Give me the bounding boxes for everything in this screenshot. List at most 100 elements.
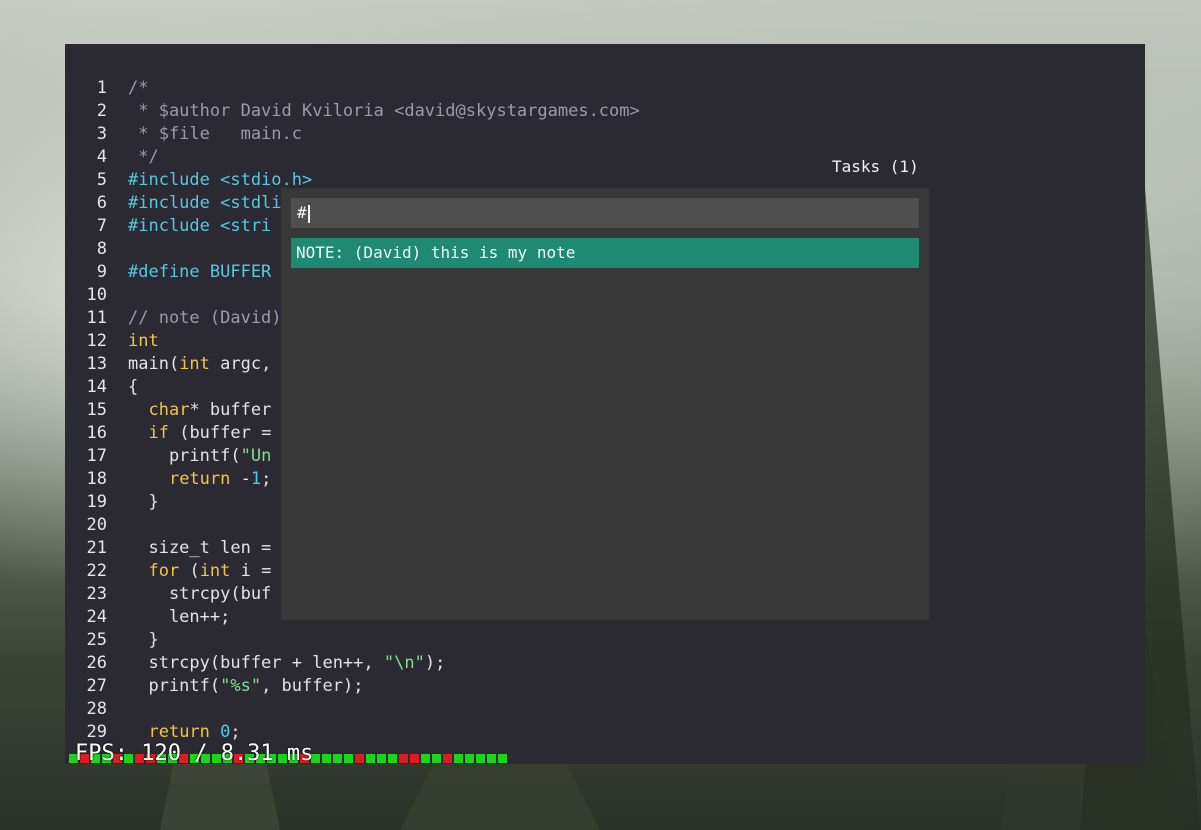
line-number: 27 — [86, 676, 107, 696]
code-token: if — [148, 423, 169, 443]
task-item[interactable]: NOTE: (David) this is my note — [291, 238, 919, 268]
line-number: 18 — [86, 469, 107, 489]
code-token: int — [128, 331, 159, 351]
code-token: main( — [128, 354, 180, 374]
code-token: */ — [128, 147, 159, 167]
code-token: ; — [261, 469, 272, 489]
fps-counter: FPS: 120 / 8.31 ms — [75, 741, 314, 766]
frame-time-segment — [388, 754, 397, 763]
code-line[interactable]: 3 * $file main.c — [65, 123, 640, 146]
frame-time-segment — [399, 754, 408, 763]
code-token: return — [168, 469, 231, 489]
frame-time-segment — [421, 754, 430, 763]
editor-window: 1/* 2 * $author David Kviloria <david@sky… — [65, 44, 1145, 764]
line-number: 19 — [86, 492, 107, 512]
code-token: strcpy(buf — [128, 584, 272, 604]
line-number: 23 — [86, 584, 107, 604]
code-token: * buffer — [189, 400, 272, 420]
code-token: #include <stdli — [128, 193, 282, 213]
code-token: "\n" — [383, 653, 425, 673]
code-token: printf( — [128, 446, 241, 466]
code-token: for — [148, 561, 180, 581]
line-number: 21 — [86, 538, 107, 558]
code-token: len++; — [128, 607, 231, 627]
tasks-search-input[interactable]: # — [291, 198, 919, 228]
code-line[interactable]: 4 */ — [65, 146, 640, 169]
code-token: ); — [424, 653, 446, 673]
code-token: } — [128, 492, 159, 512]
code-token: size_t len = — [128, 538, 272, 558]
line-number: 11 — [86, 308, 107, 328]
code-line[interactable]: 25 } — [65, 629, 640, 652]
frame-time-segment — [410, 754, 419, 763]
line-number: 17 — [86, 446, 107, 466]
frame-time-segment — [366, 754, 375, 763]
code-token: { — [128, 377, 139, 397]
line-number: 25 — [86, 630, 107, 650]
frame-time-segment — [322, 754, 331, 763]
code-line[interactable]: 1 /* — [65, 77, 640, 100]
tasks-title: Tasks (1) — [832, 157, 919, 176]
frame-time-segment — [487, 754, 496, 763]
line-number: 10 — [86, 285, 107, 305]
code-token: * $author David Kviloria <david@skystarg… — [128, 101, 640, 121]
line-number: 15 — [86, 400, 107, 420]
line-number: 14 — [86, 377, 107, 397]
frame-time-segment — [476, 754, 485, 763]
line-number: 7 — [96, 216, 107, 236]
frame-time-segment — [344, 754, 353, 763]
code-token: } — [128, 630, 159, 650]
code-token: #define BUFFER — [128, 262, 272, 282]
code-token: * $file main.c — [128, 124, 302, 144]
code-token: ; — [230, 722, 241, 742]
line-number: 24 — [86, 607, 107, 627]
frame-time-segment — [333, 754, 342, 763]
frame-time-segment — [465, 754, 474, 763]
code-token: char — [148, 400, 190, 420]
code-token: (buffer = — [168, 423, 272, 443]
code-token: argc, — [209, 354, 272, 374]
frame-time-segment — [454, 754, 463, 763]
code-token: // note (David) — [128, 308, 282, 328]
line-number: 3 — [96, 124, 107, 144]
code-line[interactable]: 27 printf("%s", buffer); — [65, 675, 640, 698]
frame-time-segment — [355, 754, 364, 763]
line-number: 13 — [86, 354, 107, 374]
line-number: 4 — [96, 147, 107, 167]
code-token: return — [148, 722, 210, 742]
line-number: 20 — [86, 515, 107, 535]
frame-time-segment — [377, 754, 386, 763]
code-token: , buffer); — [261, 676, 364, 696]
code-token: int — [199, 561, 231, 581]
frame-time-segment — [443, 754, 452, 763]
code-line[interactable]: 26 strcpy(buffer + len++, "\n"); — [65, 652, 640, 675]
code-token: "Un — [240, 446, 272, 466]
code-token: "%s" — [220, 676, 262, 696]
code-token: i = — [230, 561, 272, 581]
line-number: 1 — [96, 78, 107, 98]
line-number: 5 — [96, 170, 107, 190]
code-line[interactable]: 28 — [65, 698, 640, 721]
line-number: 12 — [86, 331, 107, 351]
frame-time-segment — [498, 754, 507, 763]
code-token: int — [179, 354, 210, 374]
code-token: /* — [128, 78, 149, 98]
code-token: strcpy(buffer + len++, — [128, 653, 384, 673]
code-token: 0 — [220, 722, 231, 742]
code-line[interactable]: 2 * $author David Kviloria <david@skysta… — [65, 100, 640, 123]
line-number: 16 — [86, 423, 107, 443]
line-number: 28 — [86, 699, 107, 719]
tasks-palette: # NOTE: (David) this is my note — [281, 188, 929, 620]
line-number: 6 — [96, 193, 107, 213]
code-token: - — [230, 469, 251, 489]
line-number: 26 — [86, 653, 107, 673]
line-number: 2 — [96, 101, 107, 121]
code-token: #include <stri — [128, 216, 272, 236]
line-number: 9 — [96, 262, 107, 282]
